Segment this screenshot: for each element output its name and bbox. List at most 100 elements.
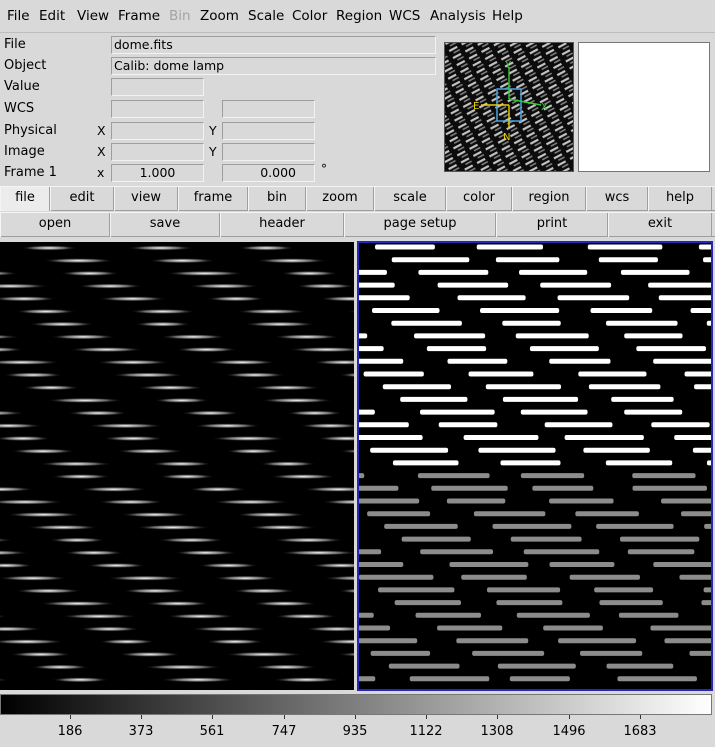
image-streak	[578, 371, 647, 377]
image-streak	[516, 612, 590, 618]
image-streak	[476, 244, 544, 250]
panner-thumbnail: Y X N E	[445, 43, 573, 171]
image-streak	[502, 320, 561, 326]
dome-image-smooth	[0, 242, 354, 690]
image-streak	[674, 435, 711, 440]
image-streak	[359, 549, 382, 555]
image-streak	[367, 511, 431, 517]
image-streak	[87, 423, 164, 429]
image-streak	[97, 499, 165, 505]
image-streak	[606, 663, 674, 669]
image-streak	[86, 562, 147, 569]
menu-zoom[interactable]: Zoom	[200, 8, 239, 24]
image-streak	[392, 460, 459, 466]
button-edit[interactable]: edit	[50, 187, 114, 211]
button-color[interactable]: color	[446, 187, 512, 211]
menu-frame[interactable]: Frame	[118, 8, 160, 24]
button-view[interactable]: view	[114, 187, 178, 211]
image-streak	[243, 321, 316, 327]
image-streak	[618, 612, 679, 618]
image-streak	[6, 512, 82, 518]
image-streak	[664, 638, 711, 644]
menu-color[interactable]: Color	[292, 8, 327, 24]
button-page-setup[interactable]: page setup	[344, 213, 496, 237]
image-streak	[620, 269, 690, 275]
menu-region[interactable]: Region	[336, 8, 382, 24]
menubar: File Edit View Frame Bin Zoom Scale Colo…	[0, 0, 715, 33]
image-frame-1[interactable]	[0, 242, 354, 690]
image-streak	[418, 269, 489, 275]
frame-zoom-field: 1.000	[111, 164, 204, 182]
frame-zoom-label: x	[97, 165, 105, 180]
menu-file[interactable]: File	[7, 8, 30, 24]
button-print[interactable]: print	[496, 213, 608, 237]
magnifier	[578, 42, 710, 172]
colorbar[interactable]	[0, 694, 712, 715]
image-streak	[495, 257, 560, 263]
image-streak	[160, 677, 236, 683]
image-streak	[79, 626, 140, 632]
image-streak	[543, 625, 603, 631]
colorbar-tickmark	[569, 715, 570, 719]
image-streak	[384, 523, 458, 529]
image-streak	[254, 664, 318, 670]
image-streak	[391, 320, 462, 326]
image-streak	[519, 269, 588, 275]
image-streak	[39, 601, 117, 607]
image-streak	[375, 244, 435, 250]
image-streak	[492, 523, 572, 529]
button-exit[interactable]: exit	[608, 213, 712, 237]
button-open[interactable]: open	[0, 213, 110, 237]
menu-view[interactable]: View	[77, 8, 109, 24]
image-streak	[704, 523, 711, 529]
image-streak	[272, 677, 341, 683]
image-streak	[544, 422, 613, 428]
colorbar-tickmark	[212, 715, 213, 719]
colorbar-tickmark	[70, 715, 71, 719]
image-frame-2[interactable]	[357, 241, 713, 691]
image-streak	[116, 448, 184, 454]
button-zoom[interactable]: zoom	[306, 187, 374, 211]
colorbar-tick-label: 186	[57, 724, 83, 739]
button-frame[interactable]: frame	[178, 187, 248, 211]
image-streak	[549, 562, 615, 567]
menu-analysis[interactable]: Analysis	[430, 8, 486, 24]
button-header[interactable]: header	[220, 213, 344, 237]
image-streak	[653, 358, 711, 364]
colorbar-tickmark	[640, 715, 641, 719]
button-file[interactable]: file	[0, 187, 50, 211]
image-streak	[558, 638, 637, 644]
menu-help[interactable]: Help	[492, 8, 523, 24]
wcs-label: WCS	[4, 101, 35, 116]
image-streak	[154, 397, 210, 403]
image-streak	[400, 396, 468, 402]
panner[interactable]: Y X N E	[444, 42, 574, 172]
menu-edit[interactable]: Edit	[39, 8, 65, 24]
file-field: dome.fits	[111, 36, 436, 54]
image-streak	[22, 385, 80, 391]
button-wcs[interactable]: wcs	[586, 187, 648, 211]
image-streak	[520, 409, 588, 415]
image-streak	[456, 638, 529, 644]
image-streak	[193, 423, 262, 429]
image-x-field	[111, 143, 204, 161]
image-streak	[148, 258, 216, 264]
image-y-field	[222, 143, 315, 161]
colorbar-tick-label: 1308	[480, 724, 514, 739]
physical-label: Physical	[4, 123, 57, 138]
image-streak	[98, 296, 167, 302]
button-bin[interactable]: bin	[248, 187, 306, 211]
image-streak	[20, 245, 79, 251]
image-streak	[598, 257, 658, 263]
button-region[interactable]: region	[512, 187, 586, 211]
image-streak	[701, 600, 711, 606]
image-streak	[457, 295, 526, 301]
image-streak	[447, 358, 508, 364]
button-help[interactable]: help	[648, 187, 712, 211]
button-scale[interactable]: scale	[374, 187, 446, 211]
button-save[interactable]: save	[110, 213, 220, 237]
menu-wcs[interactable]: WCS	[389, 8, 420, 24]
image-streak	[274, 613, 338, 619]
menu-scale[interactable]: Scale	[248, 8, 284, 24]
image-streak	[63, 550, 124, 556]
